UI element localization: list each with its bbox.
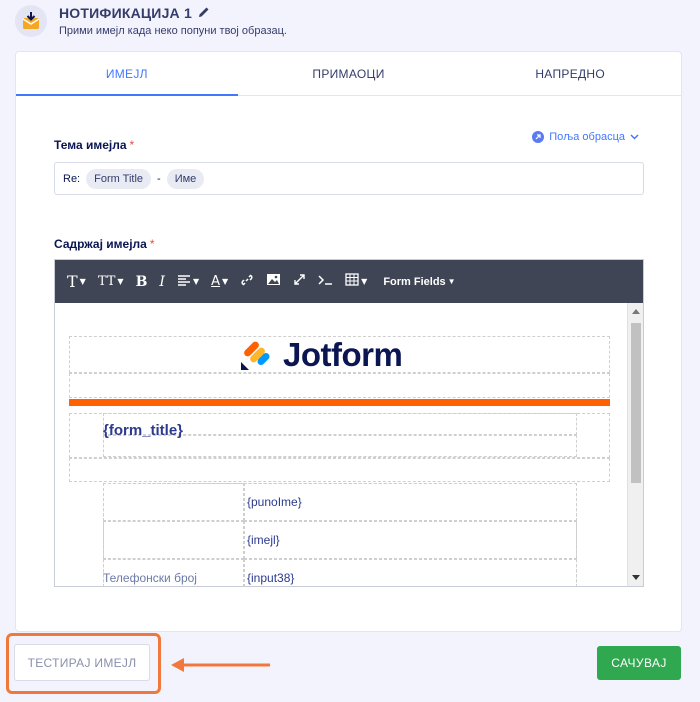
link-button[interactable]: [234, 260, 260, 303]
fullscreen-button[interactable]: [287, 260, 312, 303]
subject-tag-name[interactable]: Име: [166, 168, 205, 189]
table-cell: [244, 521, 577, 559]
italic-button[interactable]: I: [153, 260, 171, 303]
form-fields-dropdown[interactable]: Поља обрасца: [532, 131, 639, 143]
spacer-row: [69, 458, 610, 482]
email-body-canvas[interactable]: Jotform {form_title} {punoIme} {imejl} Т…: [55, 303, 629, 586]
field-value-imejl: {imejl}: [247, 533, 280, 547]
scroll-down-arrow[interactable]: [632, 575, 640, 580]
code-view-button[interactable]: [312, 260, 339, 303]
field-label-phone: Телефонски број: [103, 571, 197, 585]
expand-icon: [293, 273, 306, 290]
bold-button[interactable]: B: [130, 260, 154, 303]
required-mark: *: [129, 138, 135, 152]
save-button[interactable]: САЧУВАЈ: [597, 646, 681, 680]
table-cell: [103, 521, 244, 559]
form-fields-label: Поља обрасца: [549, 131, 625, 143]
field-value-input38: {input38}: [247, 571, 295, 585]
subject-separator: -: [157, 172, 161, 185]
subject-prefix: Re:: [63, 172, 81, 185]
table-cell: [103, 483, 244, 521]
font-size-button[interactable]: TT ▼: [92, 260, 130, 303]
highlight-box: [6, 633, 161, 694]
field-value-punoime: {punoIme}: [247, 495, 302, 509]
notification-subtitle: Прими имејл када неко попуни твој образа…: [59, 25, 287, 37]
align-icon: [177, 274, 191, 290]
email-editor: T ▼ TT ▼ B I ▼ A ▼ ▼ Form Fields ▼ Jotfo…: [54, 259, 644, 587]
chevron-down-icon: [630, 131, 639, 143]
content-label: Садржај имејла *: [54, 237, 155, 251]
table-icon: [345, 273, 359, 290]
subject-tag-form-title[interactable]: Form Title: [86, 168, 152, 189]
tab-advanced[interactable]: НАПРЕДНО: [459, 52, 681, 95]
jotform-logo: Jotform: [239, 336, 403, 374]
terminal-icon: [318, 274, 333, 290]
scrollbar-thumb[interactable]: [631, 323, 641, 483]
notification-header: НОТИФИКАЦИЈА 1 Прими имејл када неко поп…: [0, 0, 700, 50]
notification-title: НОТИФИКАЦИЈА 1: [59, 5, 210, 21]
envelope-download-icon: [15, 5, 47, 37]
chain-link-icon: [240, 273, 254, 291]
jotform-logo-icon: [241, 341, 270, 370]
link-icon: [532, 131, 545, 143]
align-button[interactable]: ▼: [171, 260, 205, 303]
font-size-label: TT: [97, 274, 116, 289]
subject-input[interactable]: Re: Form Title - Име: [54, 162, 644, 195]
form-title-placeholder: {form_title}: [103, 422, 184, 439]
content-label-text: Садржај имејла: [54, 237, 147, 251]
bold-label: B: [135, 273, 148, 290]
notification-card: ИМЕЈЛ ПРИМАОЦИ НАПРЕДНО Тема имејла * Пољ…: [15, 51, 682, 632]
pencil-icon[interactable]: [198, 5, 210, 21]
spacer-cell: [69, 373, 610, 398]
tab-bar: ИМЕЈЛ ПРИМАОЦИ НАПРЕДНО: [16, 52, 681, 96]
image-button[interactable]: [260, 260, 287, 303]
italic-label: I: [159, 273, 165, 290]
subject-label-text: Тема имејла: [54, 138, 127, 152]
tab-recipients[interactable]: ПРИМАОЦИ: [238, 52, 460, 95]
tab-email[interactable]: ИМЕЈЛ: [16, 52, 238, 96]
required-mark: *: [149, 237, 155, 251]
editor-scrollbar[interactable]: [627, 303, 643, 586]
arrow-left-icon: [171, 658, 270, 672]
editor-toolbar: T ▼ TT ▼ B I ▼ A ▼ ▼ Form Fields ▼: [55, 260, 643, 303]
header-accent-bar: [69, 399, 610, 406]
scroll-up-arrow[interactable]: [632, 309, 640, 314]
jotform-logo-text: Jotform: [283, 336, 403, 373]
form-fields-button[interactable]: Form Fields ▼: [373, 260, 465, 303]
text-color-icon: A: [211, 274, 221, 289]
notification-title-text: НОТИФИКАЦИЈА 1: [59, 5, 192, 21]
table-button[interactable]: ▼: [339, 260, 373, 303]
subject-label: Тема имејла *: [54, 138, 134, 152]
font-family-label: T: [67, 272, 78, 291]
font-family-button[interactable]: T ▼: [61, 260, 92, 303]
text-color-button[interactable]: A ▼: [205, 260, 234, 303]
image-icon: [266, 273, 281, 290]
form-fields-button-label: Form Fields: [383, 275, 446, 288]
